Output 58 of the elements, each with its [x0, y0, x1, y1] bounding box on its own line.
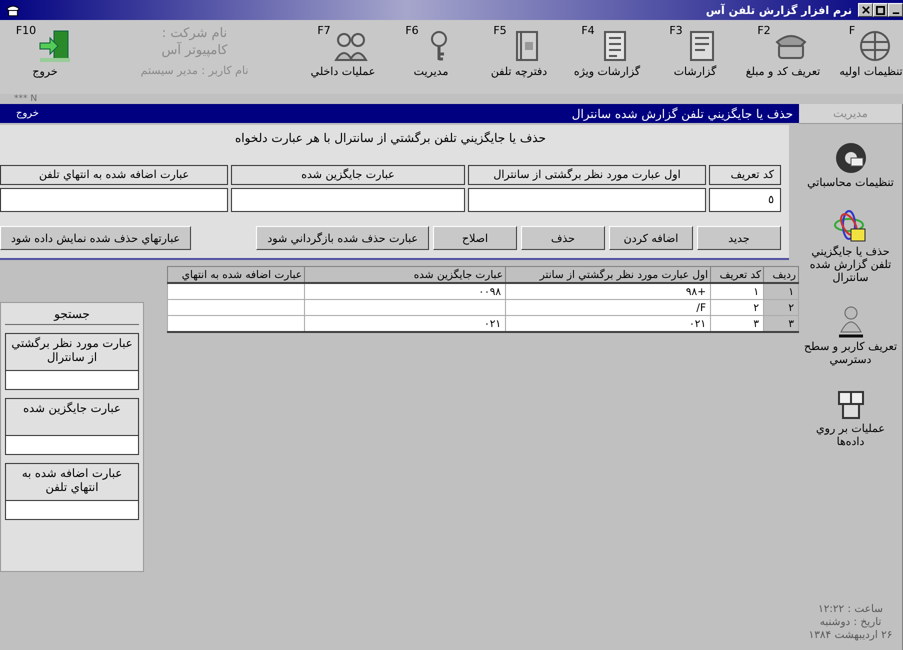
- table-cell: ۹۸+: [506, 283, 710, 300]
- show-deleted-button[interactable]: عبارتهاي حذف شده نمايش داده شود: [0, 226, 192, 250]
- date-label: تاريخ : دوشنبه: [820, 616, 882, 629]
- row-header[interactable]: ۱: [764, 283, 798, 300]
- search-field[interactable]: [5, 436, 139, 455]
- search-label: عبارت اضافه شده به انتهاي تلفن: [5, 463, 139, 501]
- status-code: *** N: [13, 94, 38, 104]
- form-button[interactable]: اصلاح: [433, 226, 517, 250]
- table-cell: ۰۰۹۸: [304, 283, 506, 300]
- form-button[interactable]: اضافه كردن: [609, 226, 693, 250]
- column-header[interactable]: اول عبارت مورد نظر برگشتي از سانتر: [506, 266, 710, 283]
- field-label: كد تعريف: [709, 165, 781, 185]
- input-field[interactable]: [0, 188, 228, 212]
- input-field[interactable]: [231, 188, 465, 212]
- user-label: نام كاربر : مدير سيستم: [140, 64, 248, 77]
- close-button[interactable]: [858, 3, 873, 17]
- telephone-icon: [6, 4, 20, 16]
- sidebar-item[interactable]: تعريف كاربر و سطح دسترسي: [799, 294, 902, 370]
- search-label: عبارت جايگزين شده: [5, 398, 139, 436]
- search-label: عبارت مورد نظر برگشتي از سانترال: [5, 333, 139, 371]
- field-label: عبارت جايگزين شده: [231, 165, 465, 185]
- column-header[interactable]: عبارت اضافه شده به انتهاي: [168, 266, 304, 283]
- search-title: جستجو: [5, 307, 139, 325]
- column-header[interactable]: كد تعريف: [710, 266, 764, 283]
- sidebar-item[interactable]: حذف يا جايگزيني تلفن گزارش شده سانترال: [799, 199, 902, 288]
- column-header[interactable]: رديف: [764, 266, 798, 283]
- sidebar-item[interactable]: عمليات بر روي داده‌ها: [799, 376, 902, 452]
- table-cell: ۰۲۱: [506, 316, 710, 332]
- company-name: كامپيوتر آس: [161, 43, 228, 58]
- table-cell: /F: [506, 300, 710, 316]
- exit-link[interactable]: خروج: [16, 108, 39, 119]
- date-value: ۲۶ ارديبهشت ۱۳۸۴: [808, 629, 892, 642]
- field-label: اول عبارت مورد نظر برگشتی از سانترال: [468, 165, 706, 185]
- maximize-button[interactable]: [873, 3, 888, 17]
- page-title: حذف يا جايگزيني تلفن گزارش شده سانترال: [572, 106, 793, 120]
- sidebar-item[interactable]: تنظيمات محاسباتي: [799, 130, 902, 193]
- form-heading: حذف يا جايگزيني تلفن برگشتي از سانترال با هر عبارت دلخواه: [234, 131, 547, 147]
- field-label: عبارت اضافه شده به انتهاي تلفن: [0, 165, 228, 185]
- window-title: نرم افزار گزارش تلفن آس: [706, 4, 852, 16]
- table-cell: ۳: [710, 316, 764, 332]
- form-button[interactable]: عبارت حذف شده بازگرداني شود: [256, 226, 429, 250]
- table-cell: ۰۲۱: [304, 316, 506, 332]
- search-field[interactable]: [5, 371, 139, 390]
- minimize-button[interactable]: [888, 3, 903, 17]
- table-cell: ۲: [710, 300, 764, 316]
- row-header[interactable]: ۳: [764, 316, 798, 332]
- table-cell: ۱: [710, 283, 764, 300]
- row-header[interactable]: ۲: [764, 300, 798, 316]
- close-icon: [862, 6, 870, 14]
- maximize-icon: [876, 6, 885, 14]
- form-button[interactable]: حذف: [521, 226, 605, 250]
- search-field[interactable]: [5, 501, 139, 520]
- company-label: نام شركت :: [162, 26, 228, 41]
- input-field[interactable]: ٥: [709, 188, 781, 212]
- input-field[interactable]: [468, 188, 706, 212]
- column-header[interactable]: عبارت جايگزين شده: [304, 266, 506, 283]
- form-button[interactable]: جديد: [697, 226, 781, 250]
- time-label: ساعت : ۱۲:۲۲: [818, 603, 883, 616]
